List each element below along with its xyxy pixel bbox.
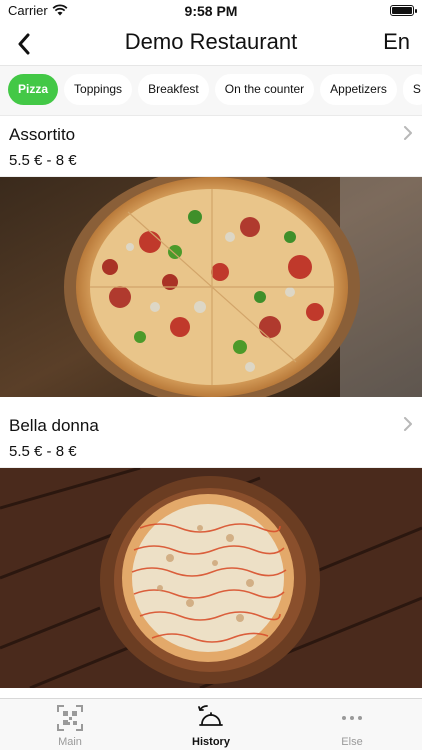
tab-history[interactable]: History	[141, 699, 281, 750]
pizza-image-assortito	[0, 177, 422, 397]
menu-item-price: 5.5 € - 8 €	[9, 152, 77, 169]
category-chip-appetizers[interactable]: Appetizers	[320, 74, 397, 105]
category-chip-breakfest[interactable]: Breakfest	[138, 74, 209, 105]
menu-item-header[interactable]: Assortito 5.5 € - 8 €	[0, 116, 422, 177]
menu-item-assortito[interactable]: Assortito 5.5 € - 8 €	[0, 116, 422, 397]
qr-code-icon	[57, 705, 83, 731]
status-bar: Carrier 9:58 PM	[0, 0, 422, 22]
category-tabs: Pizza Toppings Breakfest On the counter Appe…	[0, 66, 422, 116]
category-chip-on-the-counter[interactable]: On the counter	[214, 74, 315, 105]
navigation-bar: Demo Restaurant En	[0, 22, 422, 66]
cloche-icon	[198, 705, 223, 726]
clock-time: 9:58 PM	[184, 3, 238, 19]
pizza-photo[interactable]	[0, 177, 422, 397]
chevron-right-icon	[404, 126, 412, 140]
category-chip-pizza[interactable]: Pizza	[8, 74, 59, 105]
more-dots-icon	[342, 716, 362, 720]
language-button[interactable]: En	[383, 29, 410, 55]
category-chip-more[interactable]: S	[402, 74, 422, 105]
menu-item-header[interactable]: Bella donna 5.5 € - 8 €	[0, 407, 422, 468]
pizza-photo[interactable]	[0, 468, 422, 688]
tab-main[interactable]: Main	[0, 699, 140, 750]
tab-else[interactable]: Else	[282, 699, 422, 750]
bottom-tab-bar: Main History Else	[0, 698, 422, 750]
tab-else-label: Else	[341, 736, 363, 748]
menu-item-name: Assortito	[9, 125, 76, 144]
category-chip-toppings[interactable]: Toppings	[64, 74, 133, 105]
page-title: Demo Restaurant	[124, 29, 298, 54]
menu-item-price: 5.5 € - 8 €	[9, 443, 77, 460]
chevron-right-icon	[404, 417, 412, 431]
tab-main-label: Main	[58, 736, 82, 748]
pizza-image-bella-donna	[0, 468, 422, 688]
menu-item-name: Bella donna	[9, 416, 99, 435]
battery-icon	[390, 5, 417, 16]
menu-item-bella-donna[interactable]: Bella donna 5.5 € - 8 €	[0, 407, 422, 688]
tab-history-label: History	[192, 736, 230, 748]
